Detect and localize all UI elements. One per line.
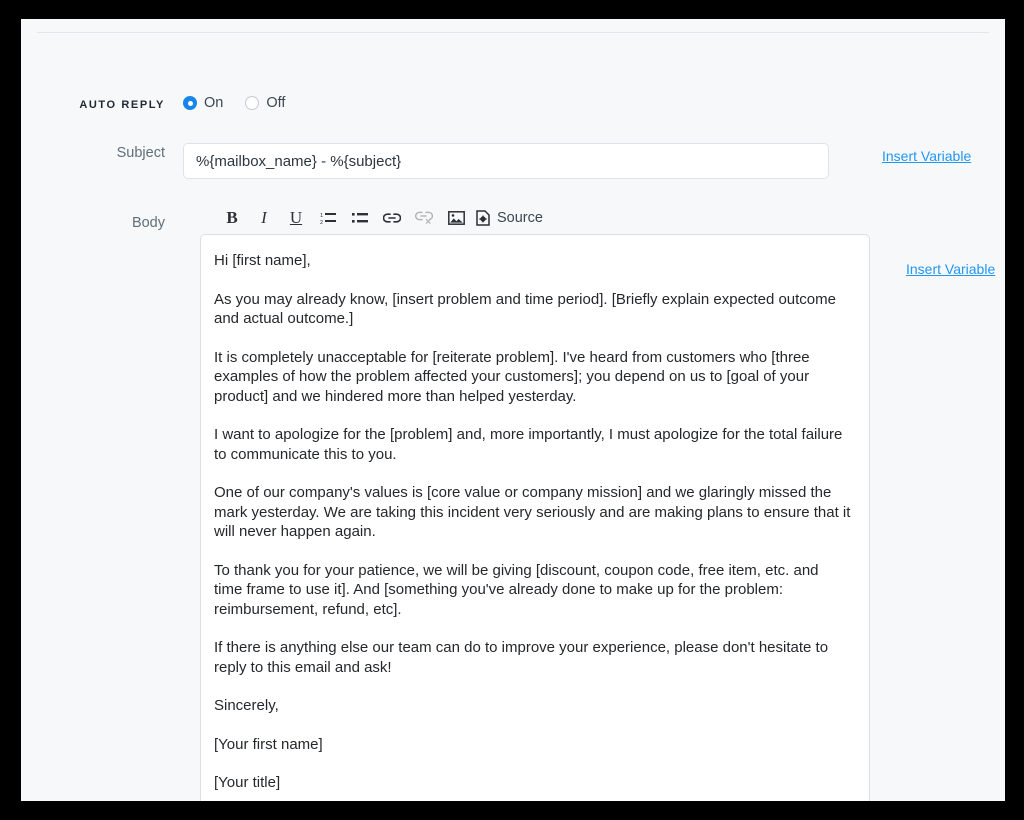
auto-reply-option-on-label: On: [204, 95, 224, 111]
numbered-list-icon[interactable]: 1 2: [312, 204, 344, 232]
subject-insert-variable-link[interactable]: Insert Variable: [882, 146, 971, 166]
body-paragraph: Hi [first name],: [214, 252, 311, 269]
body-paragraph: It is completely unacceptable for [reite…: [214, 348, 810, 405]
radio-on-icon[interactable]: [183, 96, 197, 110]
screenshot-root: AUTO REPLY On Off Subject Insert Variabl…: [0, 0, 1024, 820]
settings-panel: AUTO REPLY On Off Subject Insert Variabl…: [21, 19, 1005, 801]
svg-text:2: 2: [320, 220, 323, 225]
bulleted-list-icon[interactable]: [344, 204, 376, 232]
auto-reply-radio-group: On Off: [183, 95, 285, 111]
body-editor: B I U 1 2 Source Hi [first name], As you…: [200, 201, 870, 801]
body-paragraph: Sincerely,: [214, 697, 279, 714]
body-paragraph: One of our company's values is [core val…: [214, 484, 851, 540]
body-paragraph: To thank you for your patience, we will …: [214, 561, 819, 618]
auto-reply-option-off[interactable]: Off: [245, 95, 285, 111]
editor-toolbar: B I U 1 2 Source: [200, 201, 870, 234]
body-insert-variable-link[interactable]: Insert Variable: [906, 259, 995, 279]
italic-icon[interactable]: I: [248, 204, 280, 232]
auto-reply-option-off-label: Off: [266, 95, 286, 111]
source-button-label: Source: [497, 209, 543, 226]
body-label: Body: [131, 215, 165, 231]
body-editor-textarea[interactable]: Hi [first name], As you may already know…: [200, 234, 870, 801]
underline-icon[interactable]: U: [280, 204, 312, 232]
link-icon[interactable]: [376, 204, 408, 232]
subject-row: Subject: [65, 143, 829, 179]
body-paragraph: [Your title]: [214, 774, 281, 791]
auto-reply-option-on[interactable]: On: [183, 95, 223, 111]
unlink-icon: [408, 204, 440, 232]
source-doc-icon: [476, 209, 490, 226]
body-paragraph: As you may already know, [insert problem…: [214, 290, 836, 328]
body-editor-content[interactable]: Hi [first name], As you may already know…: [214, 251, 851, 793]
radio-off-icon[interactable]: [245, 96, 260, 110]
body-paragraph: [Your first name]: [214, 735, 323, 753]
subject-input[interactable]: [183, 143, 829, 179]
body-paragraph: I want to apologize for the [problem] an…: [214, 426, 843, 463]
image-icon[interactable]: [440, 204, 472, 232]
auto-reply-label: AUTO REPLY: [79, 99, 165, 111]
bold-icon[interactable]: B: [216, 204, 248, 232]
auto-reply-row: AUTO REPLY On Off: [65, 95, 285, 115]
panel-top-divider: [37, 32, 989, 33]
source-button[interactable]: Source: [476, 210, 543, 226]
subject-label: Subject: [116, 145, 165, 161]
body-paragraph: If there is anything else our team can d…: [214, 639, 829, 676]
svg-text:1: 1: [320, 213, 323, 219]
